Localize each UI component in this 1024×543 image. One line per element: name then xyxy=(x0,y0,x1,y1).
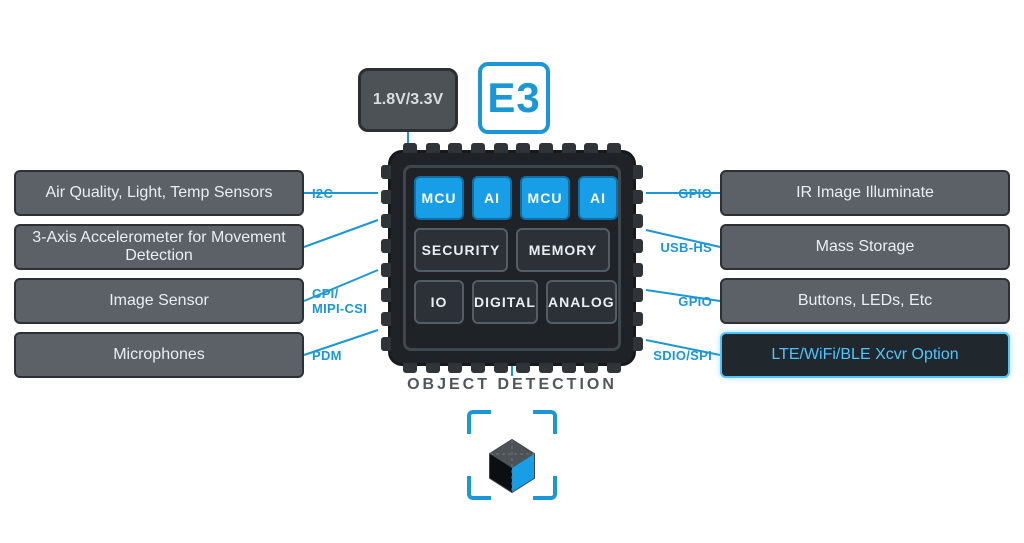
bus-label-i2c: I2C xyxy=(312,170,374,216)
chip-die: MCU AI MCU AI SECURITY MEMORY IO DIGITAL… xyxy=(403,165,621,351)
peripheral-air-quality: Air Quality, Light, Temp Sensors xyxy=(14,170,304,216)
cube-icon xyxy=(467,410,557,500)
chip-package: MCU AI MCU AI SECURITY MEMORY IO DIGITAL… xyxy=(388,150,636,366)
peripheral-lte-wifi-ble: LTE/WiFi/BLE Xcvr Option xyxy=(720,332,1010,378)
chip-block-security: SECURITY xyxy=(414,228,508,272)
chip-row-cores: MCU AI MCU AI xyxy=(414,176,610,220)
bracket-top-left xyxy=(467,410,491,434)
chip-block-mcu-0: MCU xyxy=(414,176,464,220)
bus-label-sdio-spi: SDIO/SPI xyxy=(640,332,712,378)
chip-block-analog: ANALOG xyxy=(546,280,617,324)
bus-label-empty xyxy=(312,224,374,270)
bus-label-gpio-top: GPIO xyxy=(640,170,712,216)
chip-block-ai-0: AI xyxy=(472,176,512,220)
left-bus-labels: I2C CPI/ MIPI-CSI PDM xyxy=(312,170,374,378)
bracket-bottom-left xyxy=(467,476,491,500)
bus-label-cpi-mipi: CPI/ MIPI-CSI xyxy=(312,278,374,324)
bus-label-pdm: PDM xyxy=(312,332,374,378)
peripheral-buttons-leds: Buttons, LEDs, Etc xyxy=(720,278,1010,324)
left-peripherals-column: Air Quality, Light, Temp Sensors 3-Axis … xyxy=(14,170,304,378)
bus-label-gpio-bottom: GPIO xyxy=(640,278,712,324)
right-bus-labels: GPIO USB-HS GPIO SDIO/SPI xyxy=(640,170,712,378)
chip-row-bottom: IO DIGITAL ANALOG xyxy=(414,280,610,324)
right-peripherals-column: IR Image Illuminate Mass Storage Buttons… xyxy=(720,170,1010,378)
voltage-badge: 1.8V/3.3V xyxy=(358,68,458,132)
bus-label-usb-hs: USB-HS xyxy=(640,224,712,270)
peripheral-accelerometer: 3-Axis Accelerometer for Movement Detect… xyxy=(14,224,304,270)
chip-block-io: IO xyxy=(414,280,464,324)
chip-block-mcu-1: MCU xyxy=(520,176,570,220)
chip-block-digital: DIGITAL xyxy=(472,280,538,324)
peripheral-microphones: Microphones xyxy=(14,332,304,378)
bracket-top-right xyxy=(533,410,557,434)
chip-block-memory: MEMORY xyxy=(516,228,610,272)
chip-row-mid: SECURITY MEMORY xyxy=(414,228,610,272)
peripheral-mass-storage: Mass Storage xyxy=(720,224,1010,270)
chip-block-ai-1: AI xyxy=(578,176,618,220)
bracket-bottom-right xyxy=(533,476,557,500)
peripheral-ir-illuminate: IR Image Illuminate xyxy=(720,170,1010,216)
peripheral-image-sensor: Image Sensor xyxy=(14,278,304,324)
diagram-caption: OBJECT DETECTION xyxy=(407,376,617,394)
e3-logo: E3 xyxy=(478,62,550,134)
